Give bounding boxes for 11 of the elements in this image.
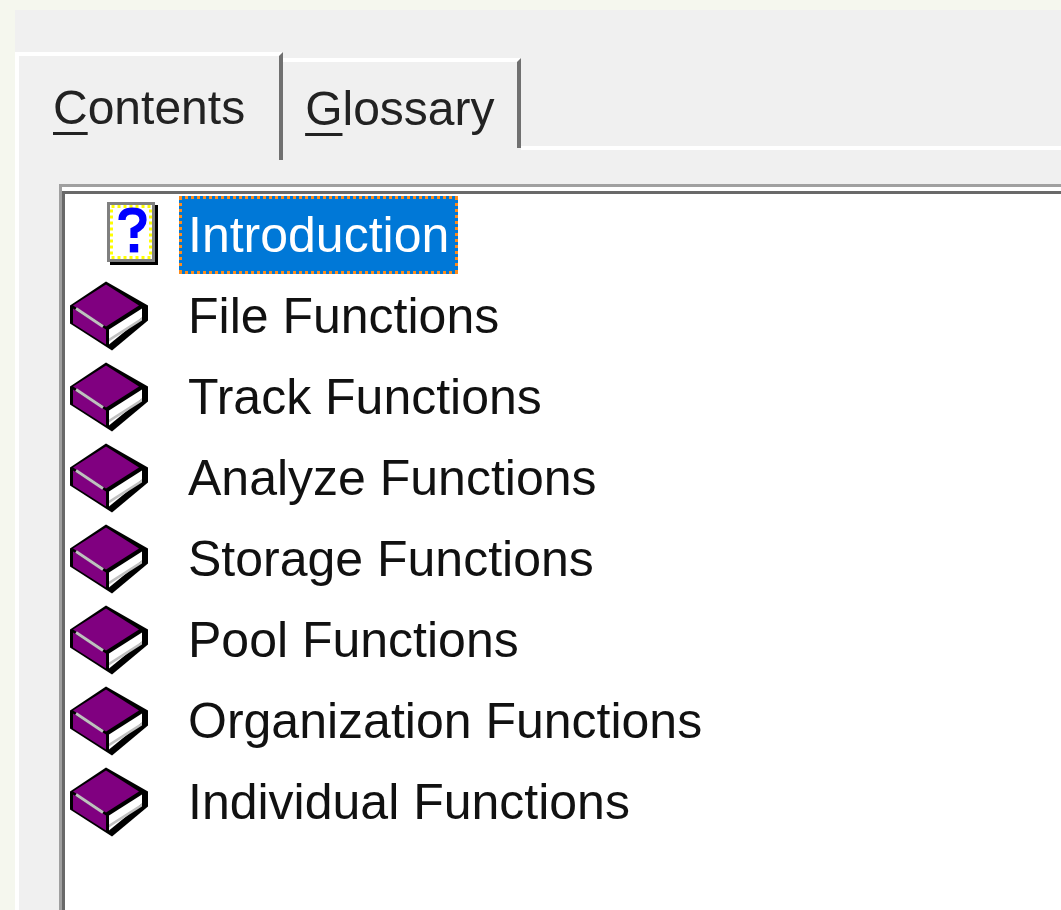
tree-item[interactable]: Track Functions (179, 360, 551, 433)
tab[interactable]: Glossary (283, 58, 521, 148)
help-page-icon (107, 201, 161, 268)
tree-item[interactable]: File Functions (179, 279, 509, 352)
tab[interactable]: Contents (15, 52, 284, 160)
tree-item[interactable]: Storage Functions (179, 522, 603, 595)
tree-item[interactable]: Organization Functions (179, 684, 712, 757)
tree-item[interactable]: Analyze Functions (179, 441, 606, 514)
tree-item[interactable]: Introduction (179, 195, 459, 274)
tree-item[interactable]: Individual Functions (179, 765, 639, 838)
tree-item[interactable]: Pool Functions (179, 603, 528, 676)
